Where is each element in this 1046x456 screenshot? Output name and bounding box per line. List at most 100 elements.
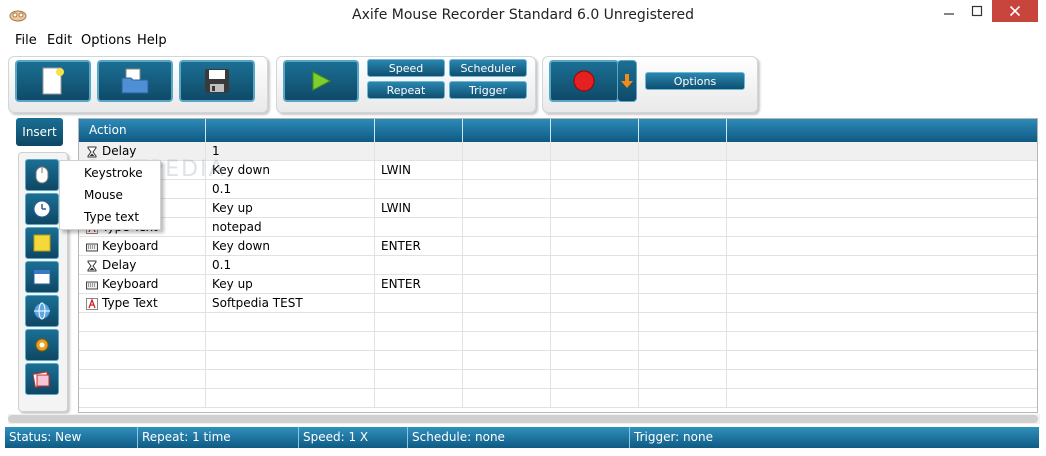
status-speed: Speed: 1 X [299, 427, 408, 448]
cell-col3: LWIN [375, 161, 463, 180]
cell-col6 [639, 256, 727, 275]
column-header-7[interactable] [727, 119, 1037, 142]
cell-col2: Softpedia TEST [206, 294, 375, 313]
cell-action: Delay [79, 256, 206, 275]
cell-col5 [551, 389, 639, 408]
open-button[interactable] [97, 60, 173, 102]
menu-edit[interactable]: Edit [47, 33, 72, 48]
table-row[interactable]: KeyboardKey upLWIN [79, 199, 1037, 218]
record-dropdown-button[interactable] [617, 60, 637, 102]
minimize-button[interactable] [935, 0, 963, 22]
record-icon [573, 70, 595, 92]
menu-item-mouse[interactable]: Mouse [60, 185, 160, 205]
table-row[interactable]: Keyboard Key up ENTER [79, 275, 1037, 294]
play-button[interactable] [283, 60, 359, 102]
new-button[interactable] [15, 60, 91, 102]
title-bar: Axife Mouse Recorder Standard 6.0 Unregi… [0, 0, 1046, 31]
column-header-action[interactable]: Action [79, 119, 206, 142]
menu-item-keystroke[interactable]: Keystroke [60, 163, 160, 183]
horizontal-scrollbar[interactable] [8, 414, 1040, 424]
table-row[interactable] [79, 351, 1037, 370]
type-text-icon [86, 297, 98, 310]
close-button[interactable] [992, 0, 1038, 22]
maximize-button[interactable] [963, 0, 991, 22]
hourglass-icon [86, 145, 98, 158]
close-icon [1009, 5, 1021, 17]
scheduler-button[interactable]: Scheduler [449, 59, 527, 77]
cell-col4 [463, 313, 551, 332]
insert-web-button[interactable] [25, 295, 59, 327]
menu-help[interactable]: Help [137, 33, 167, 48]
window-icon [33, 269, 51, 285]
mouse-icon [35, 166, 49, 184]
table-row[interactable] [79, 313, 1037, 332]
cell-col4 [463, 256, 551, 275]
table-row[interactable]: Type Textnotepad [79, 218, 1037, 237]
table-row[interactable]: Keyboard Key down ENTER [79, 237, 1037, 256]
cell-col5 [551, 351, 639, 370]
status-bar: Status: New Repeat: 1 time Speed: 1 X Sc… [5, 427, 1039, 448]
menu-item-type-text[interactable]: Type text [60, 207, 160, 227]
table-row[interactable]: Delay0.1 [79, 180, 1037, 199]
insert-delay-button[interactable] [25, 193, 59, 225]
play-icon [312, 71, 332, 91]
file-toolbar-group [8, 56, 268, 113]
insert-image-button[interactable] [25, 363, 59, 395]
cell-col5 [551, 332, 639, 351]
cell-col2: 0.1 [206, 256, 375, 275]
cell-col3: ENTER [375, 237, 463, 256]
record-button[interactable] [549, 60, 619, 102]
repeat-button[interactable]: Repeat [367, 81, 445, 99]
insert-mouse-button[interactable] [25, 159, 59, 191]
trigger-button[interactable]: Trigger [449, 81, 527, 99]
record-toolbar-group: Options [542, 56, 758, 113]
cell-col7 [727, 294, 1037, 313]
column-header-3[interactable] [375, 119, 463, 142]
insert-button[interactable]: Insert [16, 118, 63, 146]
cell-col7 [727, 237, 1037, 256]
column-header-2[interactable] [206, 119, 375, 142]
speed-button[interactable]: Speed [367, 59, 445, 77]
scrollbar-thumb[interactable] [8, 415, 1038, 423]
column-header-5[interactable] [551, 119, 639, 142]
table-row[interactable] [79, 332, 1037, 351]
cell-col6 [639, 332, 727, 351]
cell-col2 [206, 332, 375, 351]
cell-col5 [551, 275, 639, 294]
picture-icon [33, 371, 50, 388]
cell-col4 [463, 370, 551, 389]
table-row[interactable] [79, 370, 1037, 389]
menu-bar: File Edit Options Help [0, 31, 1046, 51]
action-label: Keyboard [102, 277, 159, 291]
column-header-6[interactable] [639, 119, 727, 142]
arrow-down-icon [621, 74, 633, 88]
table-row[interactable]: Type Text Softpedia TEST [79, 294, 1037, 313]
cell-col3 [375, 389, 463, 408]
cell-col2: Key up [206, 275, 375, 294]
insert-settings-button[interactable] [25, 329, 59, 361]
table-row[interactable]: Delay0.1 [79, 256, 1037, 275]
cell-col7 [727, 389, 1037, 408]
table-row[interactable] [79, 389, 1037, 408]
cell-col7 [727, 180, 1037, 199]
cell-col7 [727, 313, 1037, 332]
cell-col3: ENTER [375, 275, 463, 294]
cell-col5 [551, 180, 639, 199]
cell-col7 [727, 351, 1037, 370]
insert-window-button[interactable] [25, 261, 59, 293]
cell-col4 [463, 237, 551, 256]
cell-col4 [463, 294, 551, 313]
insert-note-button[interactable] [25, 227, 59, 259]
save-button[interactable] [179, 60, 255, 102]
options-button[interactable]: Options [645, 72, 745, 90]
status-state: Status: New [5, 427, 138, 448]
cell-col5 [551, 199, 639, 218]
cell-col5 [551, 256, 639, 275]
cell-action [79, 370, 206, 389]
menu-options[interactable]: Options [81, 33, 131, 48]
cell-action [79, 332, 206, 351]
cell-col5 [551, 294, 639, 313]
column-header-4[interactable] [463, 119, 551, 142]
action-label: Keyboard [102, 239, 159, 253]
menu-file[interactable]: File [15, 33, 37, 48]
